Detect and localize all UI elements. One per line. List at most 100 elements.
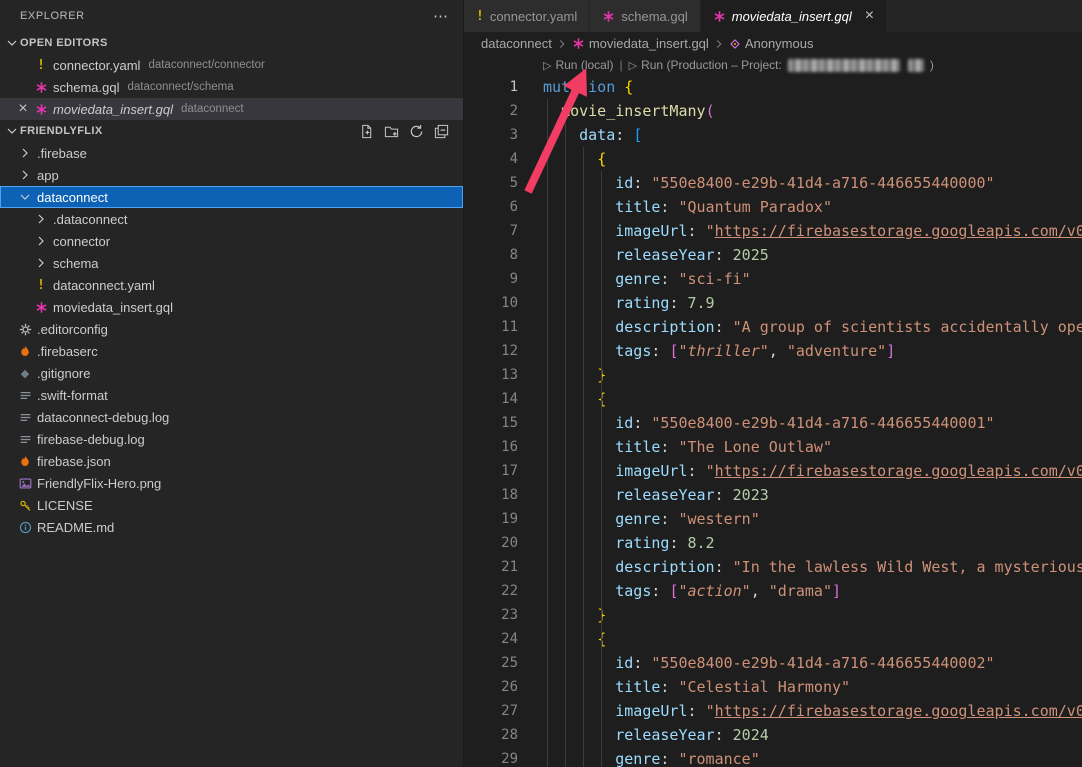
info-icon — [19, 521, 32, 534]
tab-moviedata_insert.gql[interactable]: moviedata_insert.gql × — [701, 0, 887, 32]
tree-item-.editorconfig[interactable]: .editorconfig — [0, 318, 463, 340]
code-line-7[interactable]: 7 imageUrl: "https://firebasestorage.goo… — [464, 219, 1082, 243]
open-editor-connector.yaml[interactable]: !connector.yamldataconnect/connector — [0, 54, 463, 76]
open-editors-header[interactable]: OPEN EDITORS — [0, 32, 463, 54]
code-line-29[interactable]: 29 genre: "romance" — [464, 747, 1082, 767]
code-line-17[interactable]: 17 imageUrl: "https://firebasestorage.go… — [464, 459, 1082, 483]
tree-item-firebase.json[interactable]: firebase.json — [0, 450, 463, 472]
breadcrumb-item-dataconnect[interactable]: dataconnect — [481, 36, 552, 51]
tree-item-schema[interactable]: schema — [0, 252, 463, 274]
tree-item-app[interactable]: app — [0, 164, 463, 186]
breadcrumb-item-Anonymous[interactable]: Anonymous — [729, 36, 814, 51]
tab-schema.gql[interactable]: schema.gql — [590, 0, 700, 32]
tree-item-.dataconnect[interactable]: .dataconnect — [0, 208, 463, 230]
code-line-2[interactable]: 2 movie_insertMany( — [464, 99, 1082, 123]
line-number: 21 — [464, 555, 518, 579]
line-number: 16 — [464, 435, 518, 459]
code-line-8[interactable]: 8 releaseYear: 2025 — [464, 243, 1082, 267]
code-line-24[interactable]: 24 { — [464, 627, 1082, 651]
tree-item-README.md[interactable]: README.md — [0, 516, 463, 538]
tree-item-label: firebase.json — [37, 454, 111, 469]
code-line-1[interactable]: 1mutation { — [464, 75, 1082, 99]
code-line-18[interactable]: 18 releaseYear: 2023 — [464, 483, 1082, 507]
run-production-link[interactable]: ▷ Run (Production – Project: ) — [629, 58, 934, 72]
code-line-11[interactable]: 11 description: "A group of scientists a… — [464, 315, 1082, 339]
line-number: 4 — [464, 147, 518, 171]
open-editor-schema.gql[interactable]: schema.gqldataconnect/schema — [0, 76, 463, 98]
refresh-button[interactable] — [409, 124, 424, 139]
tree-item-label: .gitignore — [37, 366, 90, 381]
tab-label: moviedata_insert.gql — [732, 9, 852, 24]
code-text: genre: "romance" — [543, 747, 760, 767]
chevron-down-icon — [17, 189, 33, 205]
code-line-23[interactable]: 23 } — [464, 603, 1082, 627]
code-line-5[interactable]: 5 id: "550e8400-e29b-41d4-a716-446655440… — [464, 171, 1082, 195]
tree-item-connector[interactable]: connector — [0, 230, 463, 252]
open-editors-list: !connector.yamldataconnect/connectorsche… — [0, 54, 463, 120]
project-section-header[interactable]: FRIENDLYFLIX — [0, 120, 463, 142]
tab-label: schema.gql — [621, 9, 687, 24]
tree-item-label: .firebase — [37, 146, 87, 161]
tab-label: connector.yaml — [490, 9, 577, 24]
code-line-14[interactable]: 14 { — [464, 387, 1082, 411]
code-line-12[interactable]: 12 tags: ["thriller", "adventure"] — [464, 339, 1082, 363]
tree-item-label: .firebaserc — [37, 344, 98, 359]
explorer-header: EXPLORER ⋯ — [0, 0, 463, 32]
code-line-28[interactable]: 28 releaseYear: 2024 — [464, 723, 1082, 747]
code-line-13[interactable]: 13 } — [464, 363, 1082, 387]
code-line-6[interactable]: 6 title: "Quantum Paradox" — [464, 195, 1082, 219]
code-line-25[interactable]: 25 id: "550e8400-e29b-41d4-a716-44665544… — [464, 651, 1082, 675]
line-number: 29 — [464, 747, 518, 767]
line-number: 26 — [464, 675, 518, 699]
code-line-3[interactable]: 3 data: [ — [464, 123, 1082, 147]
key-icon — [19, 499, 32, 512]
code-line-10[interactable]: 10 rating: 7.9 — [464, 291, 1082, 315]
codelens-separator: | — [620, 58, 623, 72]
close-icon[interactable]: × — [865, 8, 874, 24]
tree-item-dataconnect-debug.log[interactable]: dataconnect-debug.log — [0, 406, 463, 428]
code-line-19[interactable]: 19 genre: "western" — [464, 507, 1082, 531]
tree-item-.firebase[interactable]: .firebase — [0, 142, 463, 164]
tree-item-moviedata_insert.gql[interactable]: moviedata_insert.gql — [0, 296, 463, 318]
code-line-21[interactable]: 21 description: "In the lawless Wild Wes… — [464, 555, 1082, 579]
tree-item-LICENSE[interactable]: LICENSE — [0, 494, 463, 516]
new-file-button[interactable] — [359, 124, 374, 139]
breadcrumb-item-moviedata_insert.gql[interactable]: moviedata_insert.gql — [572, 36, 709, 51]
code-line-16[interactable]: 16 title: "The Lone Outlaw" — [464, 435, 1082, 459]
code-line-27[interactable]: 27 imageUrl: "https://firebasestorage.go… — [464, 699, 1082, 723]
code-line-9[interactable]: 9 genre: "sci-fi" — [464, 267, 1082, 291]
code-text: } — [543, 603, 606, 627]
code-text: imageUrl: "https://firebasestorage.googl… — [543, 219, 1082, 243]
codelens: ▷ Run (local) | ▷ Run (Production – Proj… — [543, 55, 1082, 75]
tree-item-dataconnect.yaml[interactable]: !dataconnect.yaml — [0, 274, 463, 296]
code-line-15[interactable]: 15 id: "550e8400-e29b-41d4-a716-44665544… — [464, 411, 1082, 435]
code-text: releaseYear: 2025 — [543, 243, 769, 267]
open-editor-moviedata_insert.gql[interactable]: ×moviedata_insert.gqldataconnect — [0, 98, 463, 120]
tree-item-.swift-format[interactable]: .swift-format — [0, 384, 463, 406]
run-production-label: Run (Production – Project: — [641, 58, 782, 72]
close-icon[interactable]: × — [18, 101, 27, 117]
code-text: rating: 8.2 — [543, 531, 715, 555]
tree-item-FriendlyFlix-Hero.png[interactable]: FriendlyFlix-Hero.png — [0, 472, 463, 494]
collapse-all-button[interactable] — [434, 124, 449, 139]
tree-item-.firebaserc[interactable]: .firebaserc — [0, 340, 463, 362]
tab-connector.yaml[interactable]: !connector.yaml — [464, 0, 590, 32]
warning-icon: ! — [37, 58, 45, 73]
tree-item-label: app — [37, 168, 59, 183]
image-icon — [19, 477, 32, 490]
chevron-right-icon — [33, 233, 49, 249]
tree-item-dataconnect[interactable]: dataconnect — [0, 186, 463, 208]
tree-item-.gitignore[interactable]: ◆.gitignore — [0, 362, 463, 384]
code-text: id: "550e8400-e29b-41d4-a716-44665544000… — [543, 651, 995, 675]
tree-item-label: .editorconfig — [37, 322, 108, 337]
code-line-20[interactable]: 20 rating: 8.2 — [464, 531, 1082, 555]
tree-item-firebase-debug.log[interactable]: firebase-debug.log — [0, 428, 463, 450]
code-line-22[interactable]: 22 tags: ["action", "drama"] — [464, 579, 1082, 603]
code-line-26[interactable]: 26 title: "Celestial Harmony" — [464, 675, 1082, 699]
more-actions-icon[interactable]: ⋯ — [433, 7, 449, 25]
run-local-link[interactable]: ▷ Run (local) — [543, 58, 614, 72]
chevron-right-icon — [712, 37, 726, 51]
chevron-down-icon — [4, 35, 20, 51]
code-line-4[interactable]: 4 { — [464, 147, 1082, 171]
new-folder-button[interactable] — [384, 124, 399, 139]
